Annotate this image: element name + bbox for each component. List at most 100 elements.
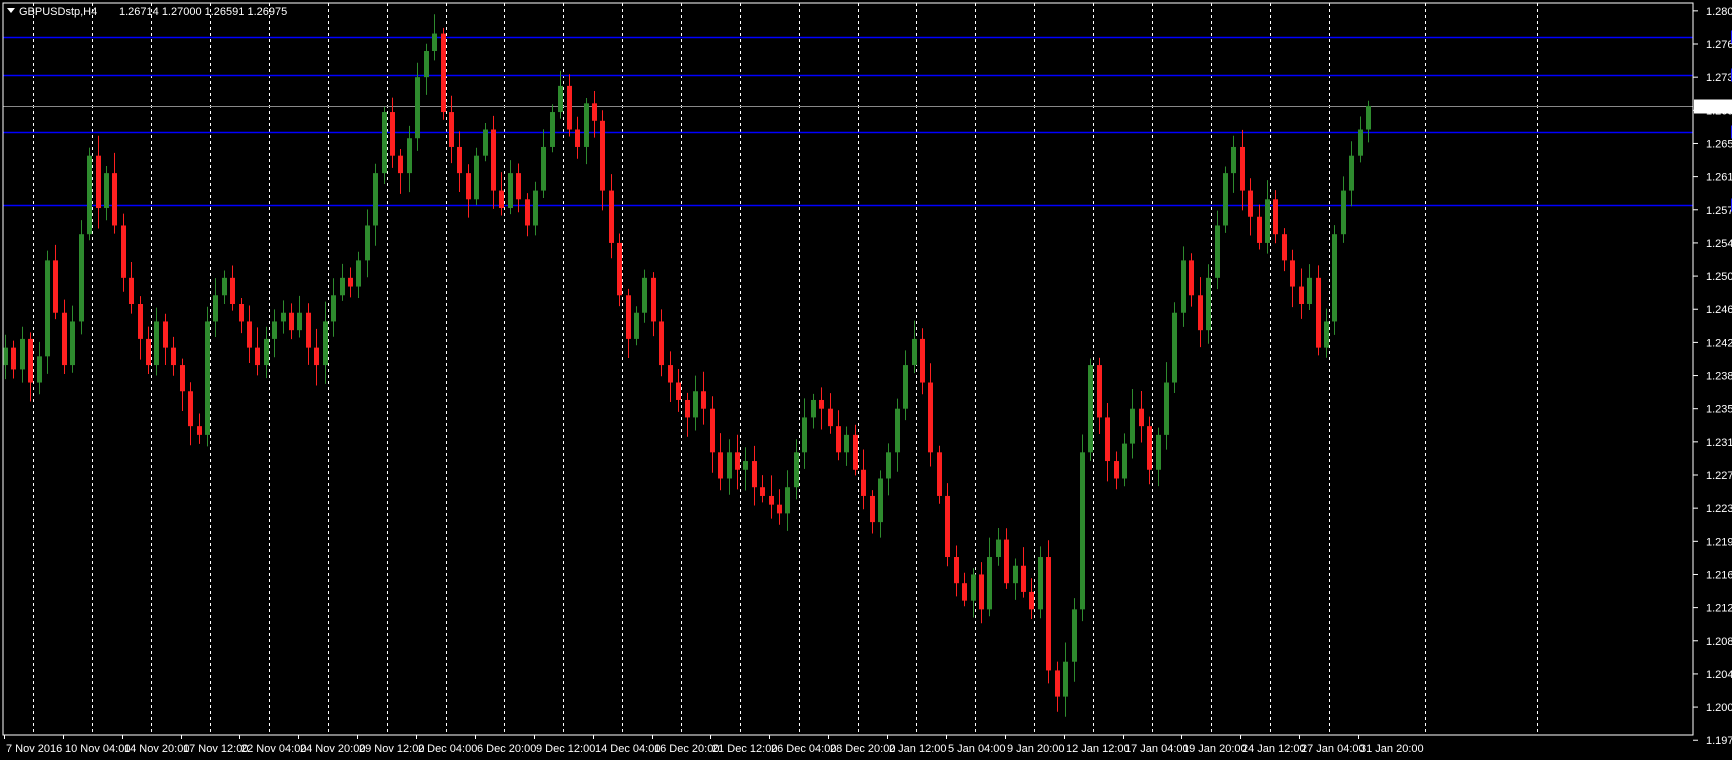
candle-body [558, 85, 563, 113]
candle-body [1265, 199, 1270, 243]
candle-body [87, 155, 92, 235]
candle-body [53, 260, 58, 313]
candle-body [163, 321, 168, 348]
candle-body [1198, 295, 1203, 331]
candle-body [878, 478, 883, 523]
x-tick-label: 12 Jan 12:00 [1066, 743, 1130, 755]
candle-body [1332, 234, 1337, 322]
candle-body [1290, 260, 1295, 287]
candle-body [1206, 277, 1211, 331]
candle-body [205, 321, 210, 435]
y-tick-label: 1.28060 [1706, 6, 1732, 18]
candle-body [1114, 461, 1119, 479]
chart-title: GBPUSDstp,H4 1.26714 1.27000 1.26591 1.2… [7, 6, 287, 18]
y-tick-label: 1.26160 [1706, 172, 1732, 184]
y-tick-label: 1.23120 [1706, 437, 1732, 449]
candle-body [541, 146, 546, 191]
candle-body [441, 33, 446, 113]
candle-body [752, 461, 757, 488]
x-tick-label: 26 Dec 04:00 [771, 743, 836, 755]
candle-body [600, 120, 605, 191]
candle-body [971, 574, 976, 601]
candle-body [525, 199, 530, 226]
candle-body [474, 155, 479, 200]
y-tick-label: 1.22360 [1706, 503, 1732, 515]
candle-body [62, 312, 67, 366]
candle-body [693, 391, 698, 418]
candle-body [188, 391, 193, 427]
symbol-title: GBPUSDstp,H4 [19, 6, 97, 18]
x-tick-label: 17 Nov 12:00 [183, 743, 248, 755]
candle-body [1004, 539, 1009, 584]
candle-body [70, 321, 75, 366]
candle-body [1231, 146, 1236, 174]
candle-body [895, 408, 900, 453]
x-tick-label: 2 Jan 12:00 [889, 743, 947, 755]
candle-body [937, 452, 942, 496]
candle-body [1316, 277, 1321, 348]
candle-body [1097, 365, 1102, 418]
x-tick-label: 27 Jan 04:00 [1301, 743, 1365, 755]
candle-body [1299, 286, 1304, 305]
candle-body [1366, 105, 1371, 130]
candle-body [239, 304, 244, 322]
x-tick-label: 28 Dec 20:00 [830, 743, 895, 755]
y-tick-label: 1.23500 [1706, 404, 1732, 416]
candle-body [390, 112, 395, 156]
candle-body [1172, 312, 1177, 383]
candle-body [760, 487, 765, 496]
x-tick-label: 9 Jan 20:00 [1007, 743, 1065, 755]
candle-body [634, 312, 639, 339]
candle-body [230, 277, 235, 305]
y-tick-label: 1.21600 [1706, 569, 1732, 581]
x-tick-label: 17 Jan 04:00 [1125, 743, 1189, 755]
candle-body [154, 321, 159, 366]
x-tick-label: 21 Dec 12:00 [712, 743, 777, 755]
candle-body [1189, 260, 1194, 296]
candle-body [1257, 216, 1262, 243]
candle-body [247, 321, 252, 348]
candle-body [1139, 408, 1144, 427]
candle-body [1164, 382, 1169, 435]
x-tick-label: 24 Nov 20:00 [300, 743, 365, 755]
candle-body [886, 452, 891, 479]
candle-body [575, 129, 580, 147]
candle-body [457, 146, 462, 174]
candle-body [306, 312, 311, 348]
candlestick-chart[interactable]: 1.280601.276801.273001.269201.265401.261… [0, 0, 1732, 760]
candle-body [483, 129, 488, 156]
candle-body [365, 225, 370, 261]
candle-body [903, 365, 908, 409]
candle-body [802, 417, 807, 453]
y-tick-label: 1.24640 [1706, 304, 1732, 316]
x-tick-label: 31 Jan 20:00 [1360, 743, 1424, 755]
candle-body [954, 557, 959, 584]
candle-body [769, 495, 774, 505]
candle-body [870, 495, 875, 523]
ohlc-readout: 1.26714 1.27000 1.26591 1.26975 [119, 6, 287, 18]
candle-body [197, 426, 202, 435]
x-tick-label: 6 Dec 20:00 [477, 743, 536, 755]
candle-body [1046, 557, 1051, 671]
candle-body [323, 321, 328, 366]
candle-body [171, 347, 176, 366]
candle-body [1038, 557, 1043, 610]
candle-body [37, 356, 42, 383]
candle-body [1181, 260, 1186, 313]
candle-body [112, 173, 117, 226]
candle-body [104, 173, 109, 209]
candle-body [794, 452, 799, 488]
candle-body [297, 312, 302, 331]
y-tick-label: 1.19700 [1706, 735, 1732, 747]
y-tick-label: 1.21220 [1706, 603, 1732, 615]
candle-body [146, 338, 151, 366]
candle-body [701, 391, 706, 409]
candle-body [222, 277, 227, 296]
candle-body [828, 408, 833, 427]
x-tick-label: 19 Jan 20:00 [1183, 743, 1247, 755]
candle-body [920, 338, 925, 383]
y-tick-label: 1.20080 [1706, 702, 1732, 714]
candle-body [1358, 129, 1363, 156]
candle-body [609, 190, 614, 243]
candle-body [853, 434, 858, 470]
